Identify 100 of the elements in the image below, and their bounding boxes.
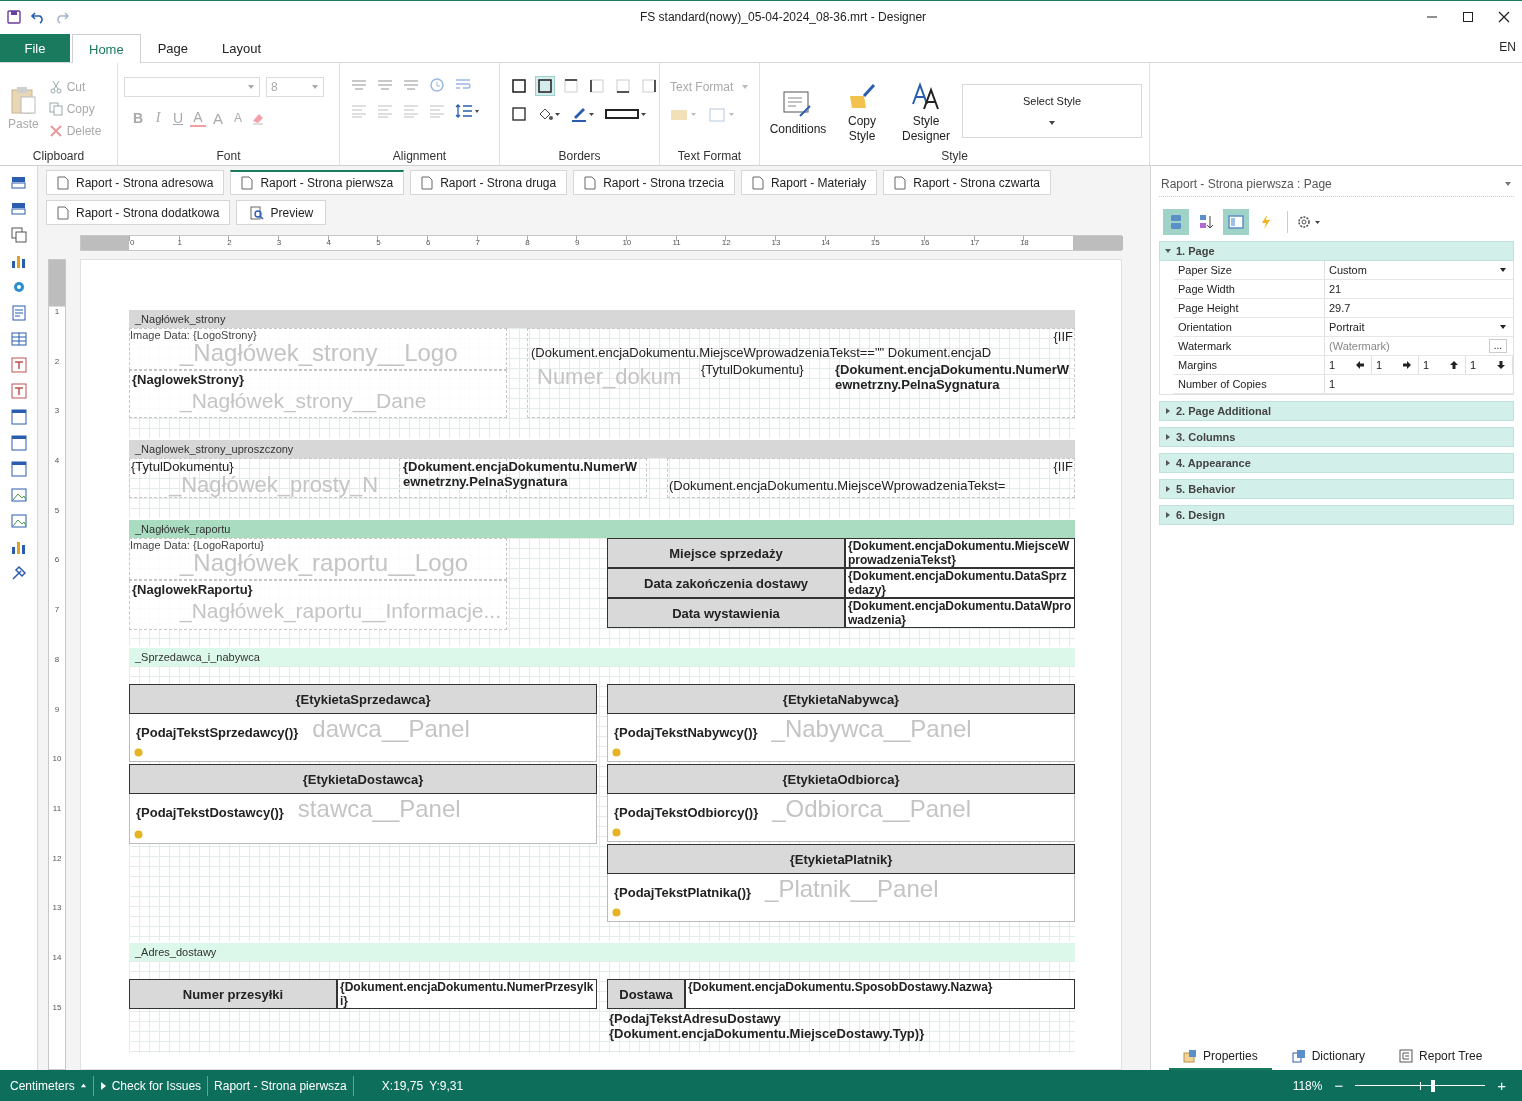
- panel-header[interactable]: {EtykietaOdbiorca}: [607, 764, 1075, 794]
- select-style-dropdown[interactable]: Select Style: [962, 84, 1142, 138]
- document-tab[interactable]: Raport - Strona dodatkowa: [46, 200, 231, 225]
- panel-body[interactable]: {PodajTekstPlatnika()} _Platnik__Panel: [607, 874, 1075, 922]
- property-category[interactable]: 3. Columns: [1159, 427, 1514, 447]
- check-issues-button[interactable]: Check for Issues: [99, 1078, 202, 1093]
- expression-text[interactable]: (Dokument.encjaDokumentu.MiejsceWprowadzeniaTekst=: [669, 478, 1073, 494]
- text-component[interactable]: {NaglowekStrony} _Nagłówek_strony__Dane: [129, 370, 507, 418]
- expression-text[interactable]: {TytulDokumentu}: [701, 362, 825, 378]
- document-tab[interactable]: Raport - Strona trzecia: [573, 170, 735, 195]
- zoom-in-button[interactable]: +: [1491, 1077, 1512, 1094]
- rotate-icon[interactable]: [428, 77, 446, 93]
- browse-button[interactable]: ...: [1488, 339, 1507, 353]
- expression-text[interactable]: (Dokument.encjaDokumentu.MiejsceWprowadzeniaTekst=="" Dokument.encjaD: [531, 345, 1073, 361]
- ribbon-tab[interactable]: File: [0, 34, 70, 62]
- panel-header[interactable]: {EtykietaNabywca}: [607, 684, 1075, 714]
- property-dropdown[interactable]: Custom: [1324, 261, 1513, 279]
- units-button[interactable]: Centimeters: [10, 1078, 87, 1093]
- expression-text[interactable]: {TytulDokumentu}: [131, 459, 261, 475]
- border-icon[interactable]: [588, 77, 606, 95]
- expression-cell[interactable]: {Dokument.encjaDokumentu.SposobDostawy.Nazwa}: [685, 979, 1075, 1009]
- property-view-button[interactable]: [1163, 209, 1189, 235]
- band-tool-icon[interactable]: [9, 174, 28, 192]
- text-component[interactable]: {NaglowekRaportu} _Nagłówek_raportu__Informacje...: [129, 580, 507, 630]
- band-header[interactable]: _Nagłówek_strony: [129, 310, 1075, 328]
- image-tool-icon[interactable]: [9, 512, 28, 530]
- label-cell[interactable]: Numer przesyłki: [129, 979, 337, 1009]
- document-tab[interactable]: Raport - Strona czwarta: [883, 170, 1051, 195]
- style-button[interactable]: Copy Style: [834, 82, 890, 144]
- text-tool-icon[interactable]: [9, 356, 28, 374]
- settings-icon[interactable]: [1296, 214, 1322, 230]
- save-icon[interactable]: [6, 8, 22, 25]
- copy-tool-icon[interactable]: [9, 226, 28, 244]
- page-tool-icon[interactable]: [9, 304, 28, 322]
- margin-field[interactable]: 1: [1325, 356, 1372, 374]
- expression-cell[interactable]: {Dokument.encjaDokumentu.MiejsceWprowadzeniaTekst}: [845, 538, 1075, 568]
- panel-tab[interactable]: Dictionary: [1277, 1044, 1380, 1070]
- panel-body[interactable]: {PodajTekstOdbiorcy()} _Odbiorca__Panel: [607, 794, 1075, 842]
- margin-field[interactable]: 1: [1419, 356, 1466, 374]
- property-category[interactable]: 2. Page Additional: [1159, 401, 1514, 421]
- label-cell[interactable]: Dostawa: [607, 979, 685, 1009]
- expression-text[interactable]: {PodajTekstAdresuDostawy {Dokument.encjaDokumentu.MiejsceDostawy.Typ)}: [607, 1011, 1075, 1047]
- image-component[interactable]: Image Data: {LogoStrony} _Nagłówek_strony__Logo: [129, 328, 507, 370]
- style-button[interactable]: Conditions: [770, 89, 826, 137]
- property-field[interactable]: 29.7: [1324, 299, 1513, 317]
- panel-header[interactable]: {EtykietaPlatnik}: [607, 844, 1075, 874]
- text-tool-icon[interactable]: [9, 382, 28, 400]
- panel-tab[interactable]: Report Tree: [1385, 1044, 1497, 1070]
- slider-thumb[interactable]: [1431, 1079, 1436, 1092]
- expression-cell[interactable]: {Dokument.encjaDokumentu.DataWprowadzenia}: [845, 598, 1075, 628]
- image-tool-icon[interactable]: [9, 486, 28, 504]
- ribbon-tab[interactable]: Home: [72, 34, 141, 63]
- property-field[interactable]: 1: [1324, 375, 1513, 393]
- property-view-button[interactable]: [1223, 209, 1249, 235]
- property-dropdown[interactable]: Portrait: [1324, 318, 1513, 336]
- maximize-icon[interactable]: [1462, 10, 1474, 23]
- label-cell[interactable]: Miejsce sprzedaży: [607, 538, 845, 568]
- property-category[interactable]: 5. Behavior: [1159, 479, 1514, 499]
- border-icon[interactable]: [510, 105, 528, 123]
- document-tab[interactable]: Raport - Strona adresowa: [46, 170, 225, 195]
- band-header[interactable]: _Adres_dostawy: [129, 943, 1075, 961]
- document-tab[interactable]: Raport - Strona druga: [410, 170, 568, 195]
- border-icon[interactable]: [562, 77, 580, 95]
- table-tool-icon[interactable]: [9, 330, 28, 348]
- label-cell[interactable]: Data wystawienia: [607, 598, 845, 628]
- expression-text[interactable]: {Dokument.encjaDokumentu.NumerWewnetrzny.PelnaSygnatura: [401, 459, 645, 497]
- property-category[interactable]: 1. Page: [1159, 241, 1514, 261]
- label-cell[interactable]: Data zakończenia dostawy: [607, 568, 845, 598]
- panel-body[interactable]: {PodajTekstDostawcy()} stawca__Panel: [129, 794, 597, 844]
- expression-text[interactable]: {Dokument.encjaDokumentu.NumerWewnetrzny.PelnaSygnatura: [833, 362, 1073, 396]
- object-selector[interactable]: Raport - Strona pierwsza : Page: [1159, 172, 1514, 197]
- zoom-out-button[interactable]: −: [1328, 1077, 1350, 1094]
- image-component[interactable]: Image Data: {LogoRaportu} _Nagłówek_raportu__Logo: [129, 538, 507, 580]
- panel-body[interactable]: {PodajTekstNabywcy()} _Nabywca__Panel: [607, 714, 1075, 762]
- panel-header[interactable]: {EtykietaSprzedawca}: [129, 684, 597, 714]
- panel-tool-icon[interactable]: [9, 460, 28, 478]
- border-icon[interactable]: [510, 77, 528, 95]
- document-tab[interactable]: Raport - Materiały: [740, 170, 878, 195]
- zoom-slider[interactable]: [1355, 1078, 1486, 1093]
- expression-cell[interactable]: {Dokument.encjaDokumentu.DataSprzedazy}: [845, 568, 1075, 598]
- band-header[interactable]: _Nagłówek_raportu: [129, 520, 1075, 538]
- panel-tool-icon[interactable]: [9, 434, 28, 452]
- font-name-field[interactable]: [124, 77, 260, 97]
- line-spacing-icon[interactable]: [454, 103, 480, 119]
- border-icon[interactable]: [614, 77, 632, 95]
- expression-cell[interactable]: {Dokument.encjaDokumentu.NumerPrzesylki}: [337, 979, 597, 1009]
- band-tool-icon[interactable]: [9, 200, 28, 218]
- expression-text[interactable]: {IIF: [979, 459, 1073, 475]
- expression-text[interactable]: {IIF: [979, 329, 1073, 345]
- pen-icon[interactable]: [570, 105, 596, 123]
- property-field[interactable]: (Watermark) ...: [1324, 337, 1513, 355]
- property-field[interactable]: 21: [1324, 280, 1513, 298]
- style-button[interactable]: Style Designer: [898, 82, 954, 144]
- preview-button[interactable]: Preview: [236, 200, 327, 225]
- ribbon-tab[interactable]: Layout: [205, 34, 279, 62]
- document-tab[interactable]: Raport - Strona pierwsza: [230, 170, 405, 195]
- panel-header[interactable]: {EtykietaDostawca}: [129, 764, 597, 794]
- panel-tool-icon[interactable]: [9, 408, 28, 426]
- border-icon[interactable]: [640, 77, 658, 95]
- border-icon[interactable]: [536, 77, 554, 95]
